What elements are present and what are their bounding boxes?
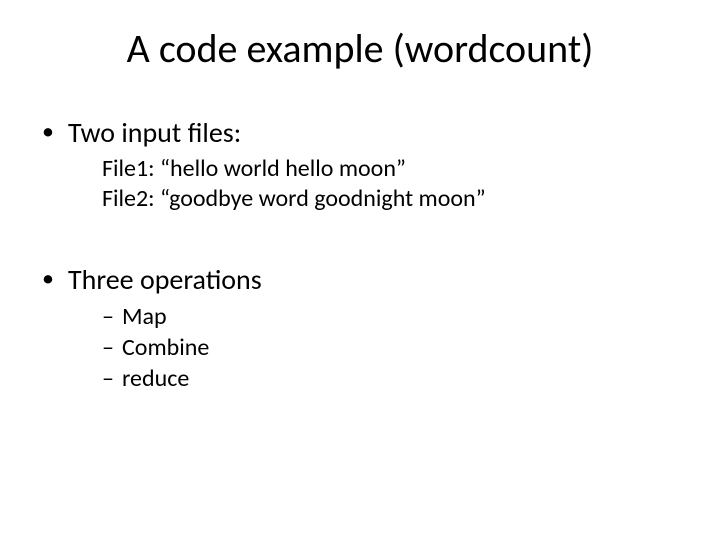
- op-map: Map: [102, 301, 680, 332]
- bullet-operations: Three operations Map Combine reduce: [40, 262, 680, 395]
- op-label: Map: [122, 302, 167, 331]
- bullet-list: Two input files: File1: “hello world hel…: [40, 115, 680, 395]
- op-reduce: reduce: [102, 363, 680, 394]
- bullet-label: Three operations: [68, 262, 262, 297]
- input-files-sub: File1: “hello world hello moon” File2: “…: [68, 154, 680, 214]
- file2-line: File2: “goodbye word goodnight moon”: [102, 184, 680, 214]
- op-label: reduce: [122, 364, 189, 393]
- bullet-label: Two input files:: [68, 115, 241, 150]
- bullet-input-files: Two input files: File1: “hello world hel…: [40, 115, 680, 214]
- slide: A code example (wordcount) Two input fil…: [0, 0, 720, 540]
- op-label: Combine: [122, 333, 209, 362]
- slide-title: A code example (wordcount): [0, 0, 720, 93]
- operations-list: Map Combine reduce: [68, 301, 680, 395]
- op-combine: Combine: [102, 332, 680, 363]
- file1-line: File1: “hello world hello moon”: [102, 154, 680, 184]
- slide-body: Two input files: File1: “hello world hel…: [0, 115, 720, 395]
